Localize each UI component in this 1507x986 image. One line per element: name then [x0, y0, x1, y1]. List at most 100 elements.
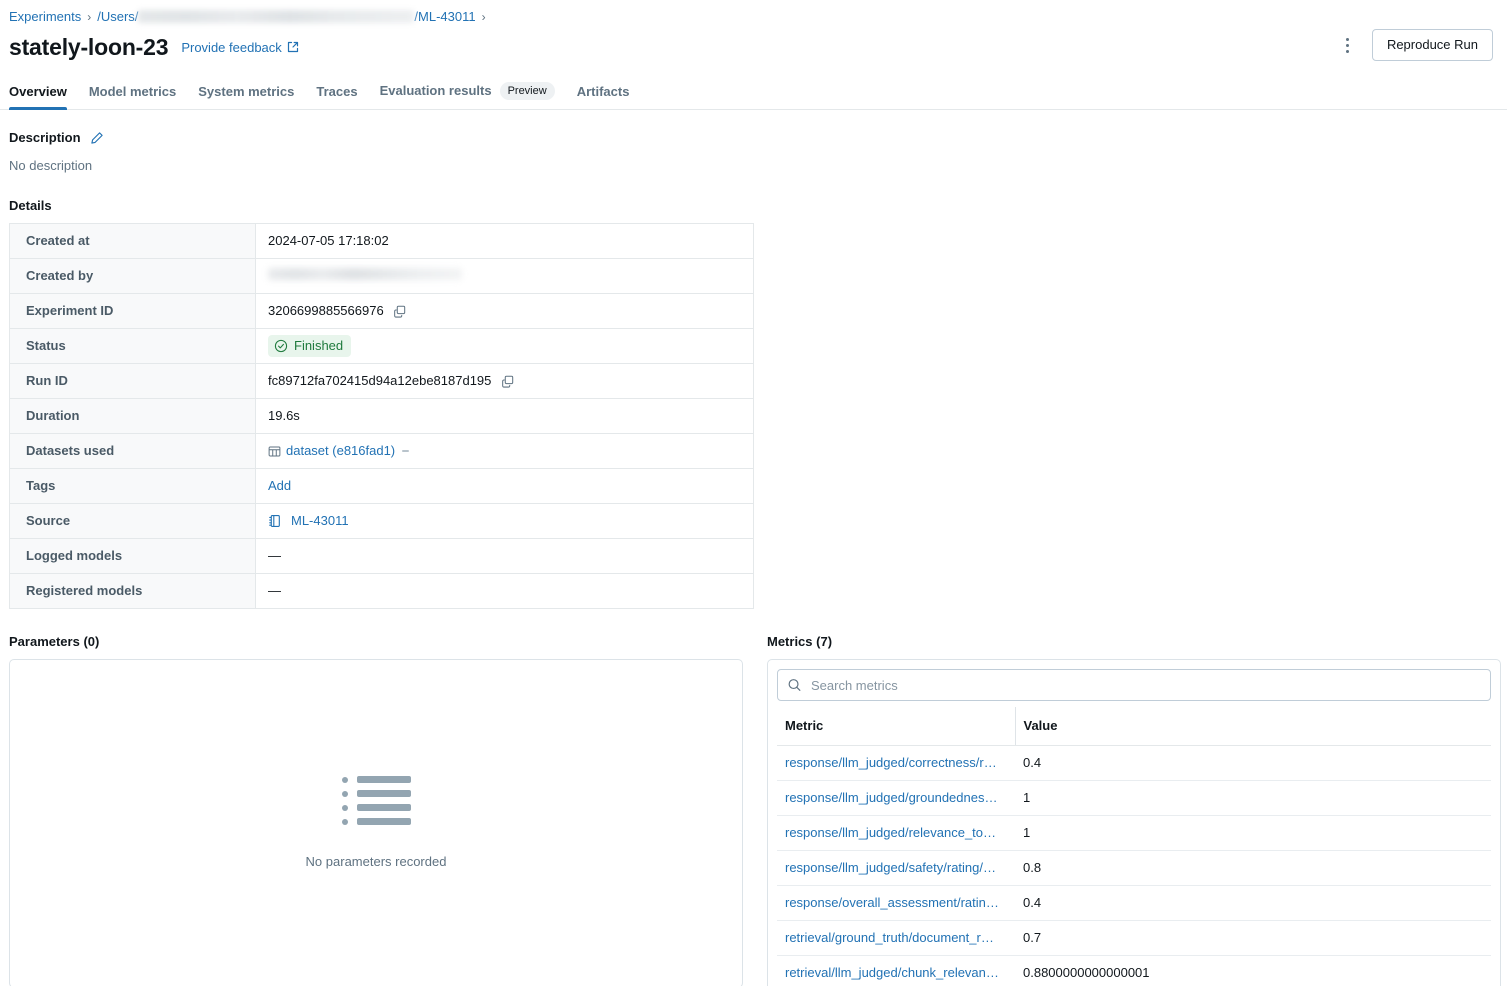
metric-name-cell: retrieval/llm_judged/chunk_relevan…: [777, 956, 1015, 986]
metric-value-cell: 0.4: [1015, 746, 1491, 781]
details-value-status: Finished: [256, 329, 754, 364]
tab-evaluation-results[interactable]: Evaluation results Preview: [369, 82, 566, 109]
metric-link[interactable]: response/llm_judged/correctness/r…: [785, 754, 1007, 772]
run-id-text: fc89712fa702415d94a12ebe8187d195: [268, 372, 491, 390]
provide-feedback-label: Provide feedback: [181, 40, 281, 55]
tab-traces[interactable]: Traces: [305, 84, 368, 109]
table-row: Created at 2024-07-05 17:18:02: [10, 224, 754, 259]
details-key-datasets-used: Datasets used: [10, 434, 256, 469]
table-row: retrieval/ground_truth/document_r… 0.7: [777, 921, 1491, 956]
metric-link[interactable]: response/llm_judged/groundednes…: [785, 789, 1007, 807]
tab-traces-label: Traces: [316, 84, 357, 100]
breadcrumb-workspace-name: /ML-43011: [414, 8, 475, 26]
breadcrumb-users-prefix: /Users/: [97, 8, 138, 26]
tab-artifacts[interactable]: Artifacts: [566, 84, 641, 109]
metrics-panel: Metric Value response/llm_judged/correct…: [767, 659, 1501, 986]
table-row: Status Finished: [10, 329, 754, 364]
table-row: Logged models —: [10, 539, 754, 574]
metric-link[interactable]: response/llm_judged/safety/rating/…: [785, 859, 1007, 877]
metric-value-cell: 1: [1015, 781, 1491, 816]
table-row: retrieval/llm_judged/chunk_relevan… 0.88…: [777, 956, 1491, 986]
tab-system-metrics[interactable]: System metrics: [187, 84, 305, 109]
details-key-experiment-id: Experiment ID: [10, 294, 256, 329]
details-value-experiment-id: 3206699885566976: [256, 294, 754, 329]
tab-model-metrics[interactable]: Model metrics: [78, 84, 187, 109]
table-row: response/llm_judged/safety/rating/… 0.8: [777, 851, 1491, 886]
dataset-link[interactable]: dataset (e816fad1): [286, 442, 395, 460]
metric-value-cell: 0.4: [1015, 886, 1491, 921]
table-row: Run ID fc89712fa702415d94a12ebe8187d195: [10, 364, 754, 399]
provide-feedback-link[interactable]: Provide feedback: [181, 40, 298, 55]
external-link-icon: [287, 41, 299, 53]
tab-overview-label: Overview: [9, 84, 67, 100]
page-content: Description No description Details Creat…: [0, 129, 1507, 986]
source-link[interactable]: ML-43011: [291, 512, 349, 530]
status-badge: Finished: [268, 335, 351, 357]
description-heading-row: Description: [9, 129, 1498, 147]
breadcrumb-chevron-icon: ›: [87, 8, 91, 26]
experiment-id-text: 3206699885566976: [268, 302, 384, 320]
metric-name-cell: response/llm_judged/correctness/r…: [777, 746, 1015, 781]
details-value-logged-models: —: [256, 539, 754, 574]
metric-value-cell: 0.8: [1015, 851, 1491, 886]
reproduce-run-button[interactable]: Reproduce Run: [1372, 29, 1493, 61]
empty-list-icon: [342, 776, 411, 825]
metric-name-cell: response/llm_judged/groundednes…: [777, 781, 1015, 816]
details-table: Created at 2024-07-05 17:18:02 Created b…: [9, 223, 754, 609]
breadcrumb: Experiments › /Users/ /ML-43011 ›: [0, 0, 1507, 26]
metric-name-cell: retrieval/ground_truth/document_r…: [777, 921, 1015, 956]
tab-overview[interactable]: Overview: [9, 84, 78, 109]
dataset-trailing-dash-icon: [402, 450, 409, 452]
table-row: Created by: [10, 259, 754, 294]
metrics-search-wrap: [777, 669, 1491, 701]
run-detail-page: Experiments › /Users/ /ML-43011 › stately…: [0, 0, 1507, 986]
details-key-created-at: Created at: [10, 224, 256, 259]
tab-artifacts-label: Artifacts: [577, 84, 630, 100]
table-row: response/overall_assessment/ratin… 0.4: [777, 886, 1491, 921]
copy-icon[interactable]: [391, 302, 409, 320]
empty-list-row: [342, 804, 411, 811]
details-key-run-id: Run ID: [10, 364, 256, 399]
description-heading: Description: [9, 129, 81, 147]
table-row: response/llm_judged/correctness/r… 0.4: [777, 746, 1491, 781]
check-circle-icon: [274, 339, 288, 353]
kebab-dot-1: [1346, 38, 1349, 41]
metrics-column-metric[interactable]: Metric: [777, 707, 1015, 746]
breadcrumb-redacted-user: [138, 10, 414, 23]
details-value-registered-models: —: [256, 574, 754, 609]
page-header: stately-loon-23 Provide feedback Reprodu…: [0, 26, 1507, 66]
copy-icon[interactable]: [498, 372, 516, 390]
empty-list-row: [342, 818, 411, 825]
redacted-user-email: [268, 268, 462, 280]
table-row: response/llm_judged/groundednes… 1: [777, 781, 1491, 816]
table-row: Source ML-43011: [10, 504, 754, 539]
metrics-column-value[interactable]: Value: [1015, 707, 1491, 746]
metric-name-cell: response/llm_judged/relevance_to…: [777, 816, 1015, 851]
kebab-dot-3: [1346, 50, 1349, 53]
metric-link[interactable]: response/llm_judged/relevance_to…: [785, 824, 1007, 842]
metrics-table: Metric Value response/llm_judged/correct…: [777, 707, 1491, 986]
edit-description-pencil-icon[interactable]: [88, 129, 106, 147]
tab-system-metrics-label: System metrics: [198, 84, 294, 100]
breadcrumb-experiments-link[interactable]: Experiments: [9, 8, 81, 26]
details-value-source: ML-43011: [256, 504, 754, 539]
lower-section: Parameters (0) No parameters recorded Me…: [9, 633, 1498, 986]
metric-name-cell: response/llm_judged/safety/rating/…: [777, 851, 1015, 886]
metric-link[interactable]: retrieval/llm_judged/chunk_relevan…: [785, 964, 1007, 982]
search-input[interactable]: [777, 669, 1491, 701]
metric-link[interactable]: retrieval/ground_truth/document_r…: [785, 929, 1007, 947]
metrics-section: Metrics (7): [767, 633, 1501, 986]
metric-value-cell: 0.7: [1015, 921, 1491, 956]
details-key-created-by: Created by: [10, 259, 256, 294]
breadcrumb-workspace-path[interactable]: /Users/ /ML-43011: [97, 8, 475, 26]
table-row: Datasets used dataset (e816fad1): [10, 434, 754, 469]
metric-link[interactable]: response/overall_assessment/ratin…: [785, 894, 1007, 912]
details-key-status: Status: [10, 329, 256, 364]
metric-value-cell: 0.8800000000000001: [1015, 956, 1491, 986]
details-key-logged-models: Logged models: [10, 539, 256, 574]
more-options-button[interactable]: [1336, 31, 1360, 59]
metric-value-cell: 1: [1015, 816, 1491, 851]
breadcrumb-chevron-icon-2: ›: [482, 8, 486, 26]
add-tag-link[interactable]: Add: [268, 478, 291, 493]
details-key-source: Source: [10, 504, 256, 539]
